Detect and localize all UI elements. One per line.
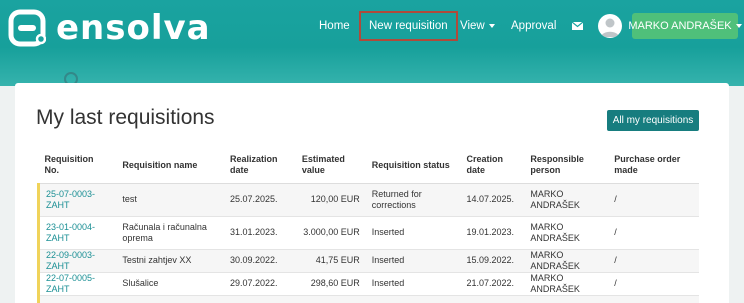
col-requisition-no[interactable]: Requisition No. [38, 148, 117, 184]
nav-approval[interactable]: Approval [511, 0, 556, 52]
ensolva-logo-icon [8, 9, 46, 47]
responsible-person: MARKO ANDRAŠEK [524, 216, 609, 250]
requisition-status: Returned for corrections [365, 183, 461, 217]
responsible-person: MARKO ANDRAŠEK [524, 183, 609, 217]
table-cell [116, 295, 224, 303]
table-cell [608, 295, 699, 303]
table-row[interactable] [37, 295, 699, 303]
realization-date: 31.01.2023. [223, 216, 296, 250]
responsible-person: MARKO ANDRAŠEK [524, 272, 609, 296]
user-name: MARKO ANDRAŠEK [628, 20, 732, 32]
estimated-value: 298,60 EUR [295, 272, 366, 296]
all-requisitions-button[interactable]: All my requisitions [607, 110, 699, 131]
table-row[interactable]: 25-07-0003-ZAHT test 25.07.2025. 120,00 … [37, 183, 699, 217]
user-avatar-icon [601, 18, 619, 37]
chevron-down-icon [735, 24, 742, 28]
col-responsible-person[interactable]: Responsible person [524, 148, 609, 184]
purchase-order-made: / [608, 249, 699, 273]
purchase-order-made: / [608, 216, 699, 250]
requisition-number-link[interactable]: 23-01-0004-ZAHT [37, 216, 117, 250]
table-cell [460, 295, 525, 303]
col-requisition-status[interactable]: Requisition status [365, 148, 461, 184]
nav-home[interactable]: Home [319, 0, 350, 52]
table-row[interactable]: 23-01-0004-ZAHT Računala i računalna opr… [37, 216, 699, 250]
table-cell [365, 295, 461, 303]
requisition-name: Slušalice [116, 272, 224, 296]
col-creation-date[interactable]: Creation date [460, 148, 525, 184]
realization-date: 29.07.2022. [223, 272, 296, 296]
nav-new-requisition[interactable]: New requisition [359, 11, 458, 41]
requisition-number-link[interactable]: 22-09-0003-ZAHT [37, 249, 117, 273]
requisition-status: Inserted [365, 272, 461, 296]
table-cell [223, 295, 296, 303]
nav-view[interactable]: View [460, 0, 495, 52]
estimated-value: 120,00 EUR [295, 183, 366, 217]
brand-logo[interactable]: ensolva [8, 8, 211, 48]
nav-messages[interactable] [572, 0, 583, 52]
purchase-order-made: / [608, 272, 699, 296]
requisition-number-link[interactable]: 22-07-0005-ZAHT [37, 272, 117, 296]
table-cell [295, 295, 366, 303]
col-purchase-order[interactable]: Purchase order made [608, 148, 699, 184]
requisition-name: test [116, 183, 224, 217]
col-realization-date[interactable]: Realization date [223, 148, 296, 184]
requisitions-table: Requisition No. Requisition name Realiza… [37, 148, 699, 303]
creation-date: 21.07.2022. [460, 272, 525, 296]
creation-date: 19.01.2023. [460, 216, 525, 250]
requisition-status: Inserted [365, 249, 461, 273]
table-cell [524, 295, 609, 303]
mail-icon [572, 22, 583, 30]
realization-date: 30.09.2022. [223, 249, 296, 273]
requisition-status: Inserted [365, 216, 461, 250]
estimated-value: 3.000,00 EUR [295, 216, 366, 250]
col-estimated-value[interactable]: Estimated value [295, 148, 366, 184]
requisition-name: Testni zahtjev XX [116, 249, 224, 273]
table-row[interactable]: 22-09-0003-ZAHT Testni zahtjev XX 30.09.… [37, 249, 699, 273]
requisition-name: Računala i računalna oprema [116, 216, 224, 250]
page-title: My last requisitions [36, 106, 215, 129]
table-cell [37, 295, 117, 303]
brand-name: ensolva [56, 8, 211, 48]
requisition-number-link[interactable]: 25-07-0003-ZAHT [37, 183, 117, 217]
user-menu-button[interactable]: MARKO ANDRAŠEK [628, 13, 742, 39]
table-row[interactable]: 22-07-0005-ZAHT Slušalice 29.07.2022. 29… [37, 272, 699, 296]
estimated-value: 41,75 EUR [295, 249, 366, 273]
creation-date: 14.07.2025. [460, 183, 525, 217]
realization-date: 25.07.2025. [223, 183, 296, 217]
col-requisition-name[interactable]: Requisition name [116, 148, 224, 184]
responsible-person: MARKO ANDRAŠEK [524, 249, 609, 273]
nav-view-label: View [460, 20, 485, 32]
avatar[interactable] [598, 14, 622, 38]
creation-date: 15.09.2022. [460, 249, 525, 273]
purchase-order-made: / [608, 183, 699, 217]
chevron-down-icon [488, 24, 495, 28]
table-header-row: Requisition No. Requisition name Realiza… [38, 148, 699, 184]
